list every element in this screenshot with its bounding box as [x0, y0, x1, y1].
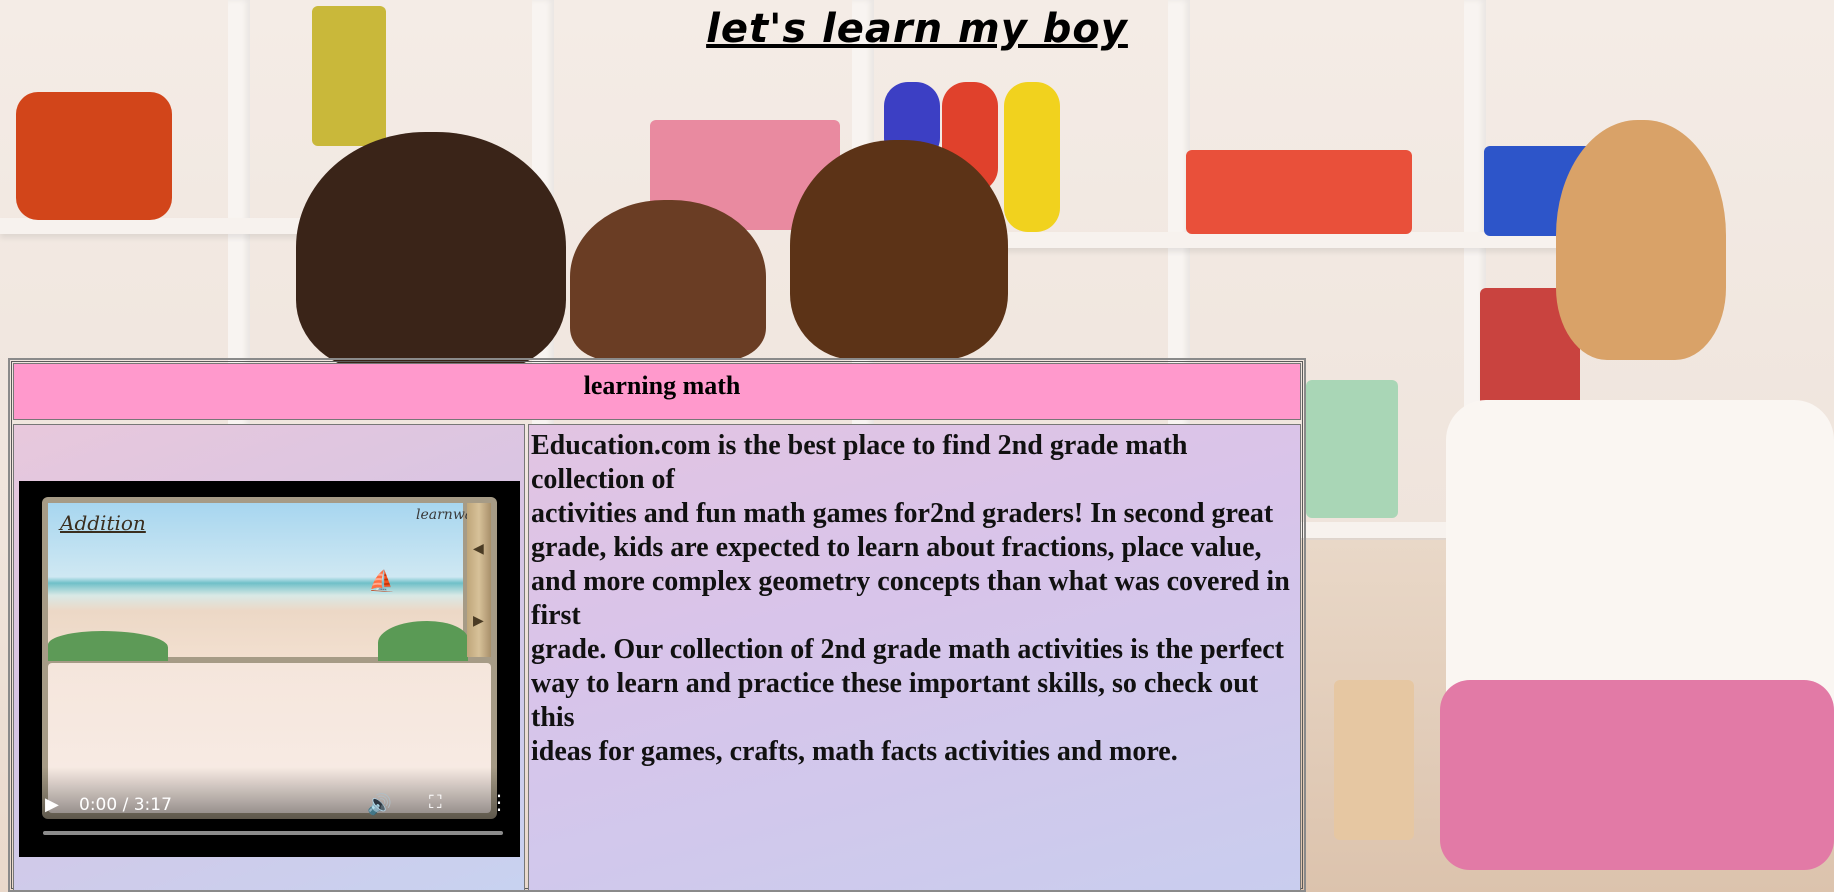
text-cell: Education.com is the best place to find …	[528, 424, 1301, 890]
girl-hair	[1556, 120, 1726, 360]
progress-bar[interactable]	[43, 831, 503, 835]
beach-scene: ⛵ Addition learnware	[48, 503, 488, 661]
time-readout: 0:00 / 3:17	[79, 795, 172, 815]
video-player[interactable]: ⛵ Addition learnware ◀ ▶ ▶ 0:00 / 3:17 🔊…	[19, 481, 520, 857]
paragraph-line: and more complex geometry concepts than …	[531, 566, 1290, 631]
paragraph-line: Education.com is the best place to find …	[531, 430, 1188, 495]
girl-shorts	[1440, 680, 1834, 870]
paragraph-line: grade. Our collection of 2nd grade math …	[531, 634, 1285, 665]
paint-bottle	[1004, 82, 1060, 232]
page-title: let's learn my boy	[706, 6, 1128, 52]
paragraph-line: way to learn and practice these importan…	[531, 668, 1259, 733]
frame-label: Addition	[60, 511, 146, 535]
paragraph-line: ideas for games, crafts, math facts acti…	[531, 736, 1178, 767]
bush	[378, 621, 468, 661]
child-hair	[296, 132, 566, 372]
side-rail: ◀ ▶	[467, 503, 491, 657]
fullscreen-icon[interactable]: ⛶	[429, 792, 442, 813]
arrow-right-icon: ▶	[473, 614, 484, 629]
video-cell: ⛵ Addition learnware ◀ ▶ ▶ 0:00 / 3:17 🔊…	[13, 424, 525, 890]
paragraph-line: grade, kids are expected to learn about …	[531, 532, 1262, 563]
volume-icon[interactable]: 🔊	[367, 792, 392, 816]
bush	[48, 631, 168, 661]
toy-die	[16, 92, 172, 220]
green-box	[1306, 380, 1398, 518]
more-options-icon[interactable]: ⋮	[489, 790, 509, 814]
shelf-board	[0, 218, 330, 234]
child-hair	[570, 200, 766, 360]
red-box	[1186, 150, 1412, 234]
child-hair	[790, 140, 1008, 360]
arrow-left-icon: ◀	[473, 542, 484, 557]
table-header: learning math	[13, 363, 1301, 420]
sailboat-icon: ⛵	[368, 569, 396, 594]
content-table: learning math ⛵ Addition learnware ◀ ▶ ▶	[8, 358, 1306, 892]
toy-blocks	[1334, 680, 1414, 840]
paragraph-line: activities and fun math games for2nd gra…	[531, 498, 1274, 529]
play-icon[interactable]: ▶	[45, 794, 59, 815]
